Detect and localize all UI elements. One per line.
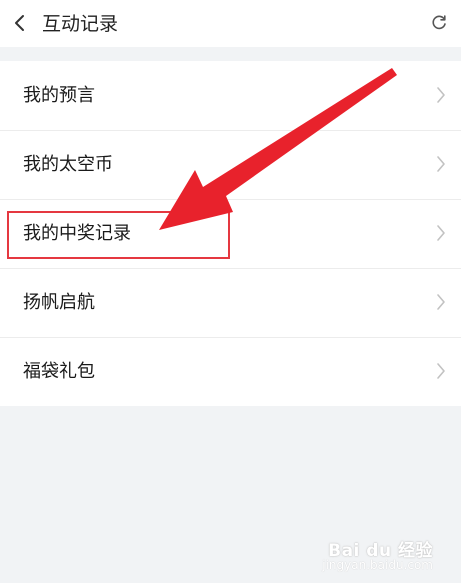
list-item-my-predictions[interactable]: 我的预言 [0, 61, 461, 130]
back-icon [15, 15, 24, 31]
top-bar: 互动记录 [0, 0, 461, 47]
list-item-label: 我的太空币 [23, 154, 113, 175]
chevron-right-icon [437, 87, 445, 103]
chevron-right-icon [437, 156, 445, 172]
chevron-right-icon [437, 294, 445, 310]
page-title: 互动记录 [42, 13, 119, 35]
interaction-record-list: 我的预言 我的太空币 我的中奖记录 扬帆启航 福袋礼包 [0, 61, 461, 406]
list-item-set-sail[interactable]: 扬帆启航 [0, 268, 461, 337]
chevron-right-icon [437, 363, 445, 379]
list-item-label: 扬帆启航 [23, 292, 95, 313]
list-item-label: 福袋礼包 [23, 361, 95, 382]
list-item-label: 我的中奖记录 [23, 223, 131, 244]
list-item-my-space-coins[interactable]: 我的太空币 [0, 130, 461, 199]
list-item-label: 我的预言 [23, 85, 95, 106]
refresh-icon [432, 15, 446, 30]
back-button[interactable] [10, 10, 32, 36]
chevron-right-icon [437, 225, 445, 241]
refresh-button[interactable] [429, 13, 449, 33]
list-item-lucky-bag[interactable]: 福袋礼包 [0, 337, 461, 406]
list-item-my-prize-records[interactable]: 我的中奖记录 [0, 199, 461, 268]
watermark-url: jingyan.baidu.com [322, 558, 433, 572]
